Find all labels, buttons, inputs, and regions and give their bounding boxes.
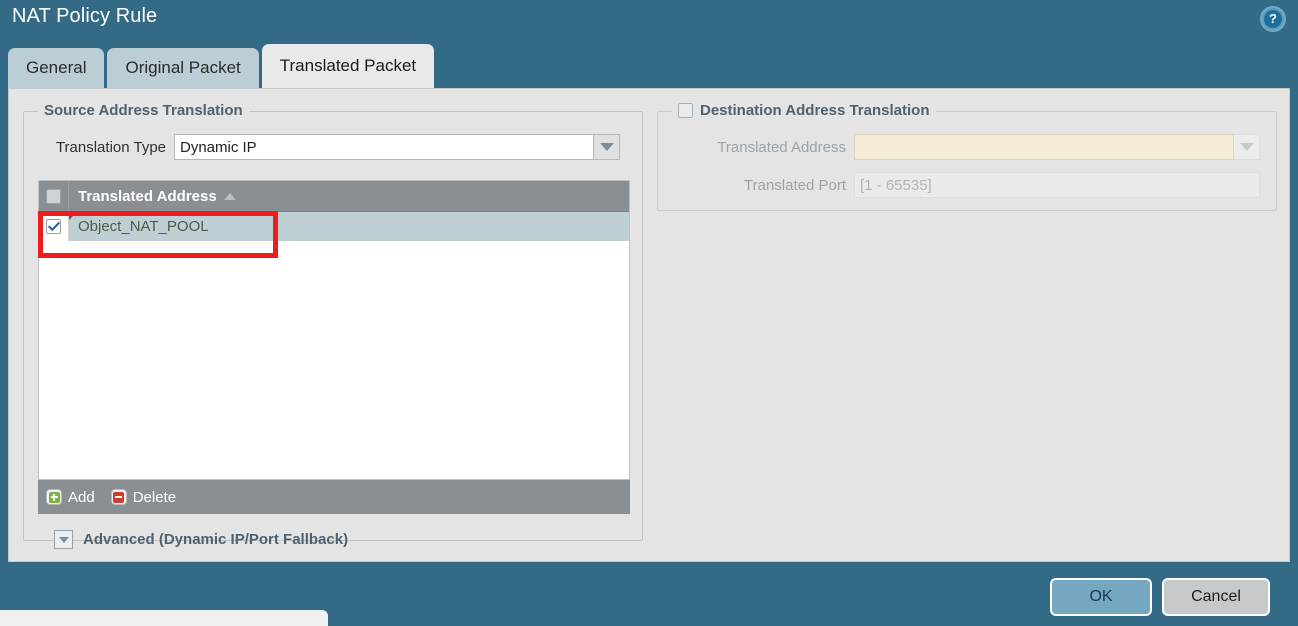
tab-general[interactable]: General — [8, 48, 105, 88]
translation-type-row: Translation Type Dynamic IP — [24, 134, 630, 160]
destination-panel-legend: Destination Address Translation — [672, 102, 936, 119]
tab-translated-packet[interactable]: Translated Packet — [261, 44, 435, 88]
grid-header-row: Translated Address — [39, 180, 629, 212]
translation-type-dropdown-button[interactable] — [594, 134, 620, 160]
translation-type-input[interactable]: Dynamic IP — [174, 134, 594, 160]
add-button[interactable]: Add — [46, 489, 95, 506]
cancel-button[interactable]: Cancel — [1162, 578, 1270, 616]
translated-port-row: Translated Port [1 - 65535] — [658, 172, 1264, 198]
translated-address-grid: Translated Address Object_NAT_POOL — [38, 180, 630, 480]
background-window-edge — [0, 610, 328, 626]
help-glyph: ? — [1264, 10, 1282, 28]
grid-column-label: Translated Address — [78, 187, 217, 205]
page-title: NAT Policy Rule — [12, 5, 158, 27]
grid-select-all-cell — [39, 180, 69, 212]
row-select-cell — [39, 212, 69, 241]
advanced-label: Advanced (Dynamic IP/Port Fallback) — [83, 531, 349, 548]
row-translated-address-label: Object_NAT_POOL — [78, 218, 209, 235]
sort-ascending-icon — [223, 192, 236, 200]
chevron-down-icon — [1239, 143, 1254, 151]
ok-button[interactable]: OK — [1050, 578, 1152, 616]
grid-toolbar: Add Delete — [38, 480, 630, 514]
row-checkbox[interactable] — [46, 219, 61, 234]
minus-icon — [110, 489, 127, 505]
destination-address-translation-panel: Destination Address Translation Translat… — [657, 102, 1277, 211]
modified-marker-icon — [69, 212, 77, 220]
source-panel-legend: Source Address Translation — [38, 102, 249, 119]
translated-address-label: Translated Address — [717, 138, 846, 156]
translated-port-label: Translated Port — [744, 176, 846, 194]
translation-type-label: Translation Type — [55, 138, 166, 156]
translated-address-input[interactable] — [854, 134, 1234, 160]
grid-column-translated-address[interactable]: Translated Address — [69, 188, 629, 205]
source-panel-legend-label: Source Address Translation — [44, 102, 243, 119]
advanced-disclosure[interactable]: Advanced (Dynamic IP/Port Fallback) — [54, 530, 348, 549]
destination-panel-legend-label: Destination Address Translation — [700, 102, 930, 119]
row-translated-address: Object_NAT_POOL — [69, 212, 629, 241]
nat-policy-rule-dialog: NAT Policy Rule ? General Original Packe… — [0, 0, 1298, 626]
translated-port-input[interactable]: [1 - 65535] — [854, 172, 1260, 198]
tab-original-packet[interactable]: Original Packet — [107, 48, 259, 88]
tab-bar: General Original Packet Translated Packe… — [8, 44, 437, 88]
source-address-translation-panel: Source Address Translation Translation T… — [23, 102, 643, 549]
dialog-titlebar: NAT Policy Rule ? — [0, 0, 1298, 42]
chevron-down-icon[interactable] — [54, 530, 73, 549]
delete-button-label: Delete — [132, 488, 177, 506]
add-button-label: Add — [68, 488, 95, 506]
dialog-body: Source Address Translation Translation T… — [8, 88, 1290, 562]
translated-address-row: Translated Address — [658, 134, 1264, 160]
help-circle-icon[interactable]: ? — [1260, 6, 1286, 32]
delete-button[interactable]: Delete — [110, 488, 177, 506]
plus-icon — [46, 489, 62, 505]
table-row[interactable]: Object_NAT_POOL — [39, 212, 629, 241]
translated-address-dropdown-button[interactable] — [1234, 134, 1260, 160]
chevron-down-icon — [599, 143, 614, 151]
destination-address-translation-checkbox[interactable] — [678, 103, 693, 118]
select-all-checkbox[interactable] — [46, 188, 61, 204]
